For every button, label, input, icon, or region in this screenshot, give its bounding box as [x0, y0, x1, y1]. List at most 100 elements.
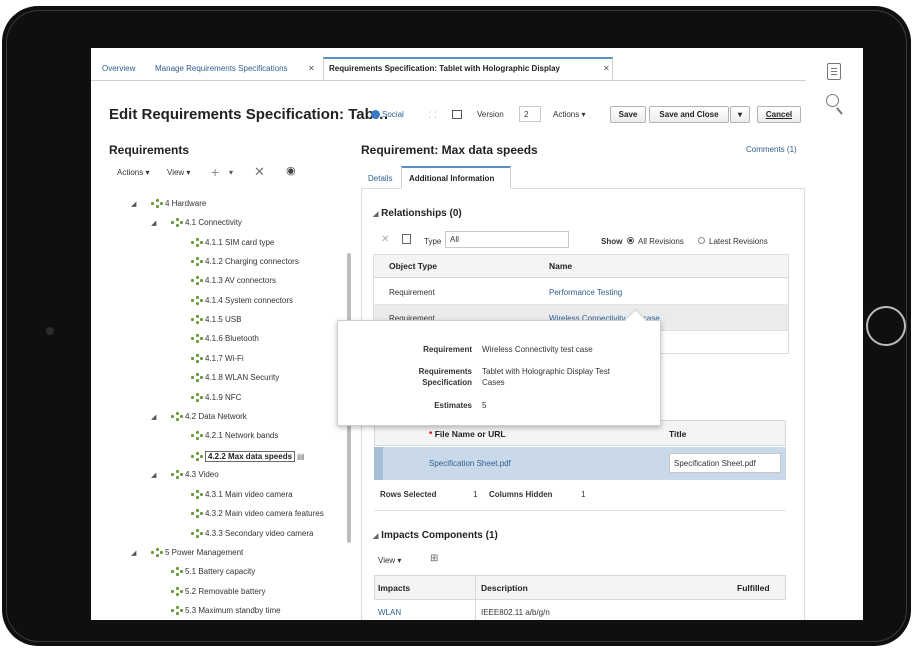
- comment-icon[interactable]: ▤: [297, 452, 305, 461]
- table-icon[interactable]: [452, 110, 462, 119]
- description-header[interactable]: Description: [481, 583, 528, 593]
- tree-item-label: 4.2 Data Network: [185, 412, 247, 421]
- remove-relationship-icon[interactable]: ✕: [381, 234, 389, 245]
- attachment-file-link[interactable]: Specification Sheet.pdf: [429, 459, 511, 468]
- tree-item[interactable]: 4.1.9 NFC: [191, 393, 241, 402]
- tree-item[interactable]: 4.2.1 Network bands: [191, 431, 278, 440]
- requirement-node-icon: [191, 452, 203, 461]
- expand-toggle-icon[interactable]: ◢: [131, 200, 136, 208]
- name-header[interactable]: Name: [549, 261, 572, 271]
- row-name-link[interactable]: Performance Testing: [549, 288, 622, 297]
- tree-item-label: 4.1.2 Charging connectors: [205, 257, 299, 266]
- expand-toggle-icon[interactable]: ◢: [131, 549, 136, 557]
- relationships-heading[interactable]: ◢ Relationships (0): [373, 208, 462, 219]
- popup-estimates-value: 5: [482, 401, 487, 410]
- comments-link[interactable]: Comments (1): [746, 145, 797, 154]
- tree-item-label: 4.1 Connectivity: [185, 218, 242, 227]
- save-button[interactable]: Save: [610, 106, 646, 123]
- add-relationship-icon[interactable]: [402, 234, 411, 244]
- tree-item[interactable]: 4.1 Connectivity: [171, 218, 242, 227]
- social-link[interactable]: Social: [371, 110, 404, 119]
- latest-revisions-radio[interactable]: [698, 237, 705, 244]
- requirement-node-icon: [171, 606, 183, 615]
- tree-item[interactable]: 4.1.3 AV connectors: [191, 276, 276, 285]
- attachment-title-input[interactable]: Specification Sheet.pdf: [669, 453, 781, 473]
- expand-toggle-icon[interactable]: ◢: [151, 413, 156, 421]
- tree-item[interactable]: 4.3.2 Main video camera features: [191, 509, 324, 518]
- tree-item[interactable]: 4.3.3 Secondary video camera: [191, 529, 314, 538]
- delete-icon[interactable]: ✕: [254, 164, 265, 180]
- tab-overview[interactable]: Overview: [102, 64, 135, 73]
- save-options-dropdown[interactable]: ▾: [730, 106, 750, 123]
- tree-item-label: 4.1.1 SIM card type: [205, 238, 275, 247]
- add-icon[interactable]: +: [211, 164, 219, 180]
- tree-item[interactable]: 5.2 Removable battery: [171, 587, 266, 596]
- tree-item[interactable]: 4.2 Data Network: [171, 412, 247, 421]
- tree-item[interactable]: 4.1.8 WLAN Security: [191, 373, 279, 382]
- requirement-node-icon: [171, 470, 183, 479]
- expand-toggle-icon[interactable]: ◢: [151, 219, 156, 227]
- tree-item[interactable]: 5.3 Maximum standby time: [171, 606, 281, 615]
- tree-item[interactable]: 4.1.5 USB: [191, 315, 241, 324]
- search-icon[interactable]: [825, 92, 847, 124]
- tree-item[interactable]: 4.2.2 Max data speeds ▤: [191, 451, 305, 462]
- tree-item[interactable]: 4.1.6 Bluetooth: [191, 334, 259, 343]
- tree-item[interactable]: 4.1.7 Wi-Fi: [191, 354, 244, 363]
- object-type-header[interactable]: Object Type: [389, 261, 437, 271]
- title-header[interactable]: Title: [669, 429, 686, 439]
- row-selector[interactable]: [374, 447, 383, 480]
- tree-item[interactable]: 4.1.4 System connectors: [191, 296, 293, 305]
- social-label: Social: [382, 110, 404, 119]
- close-tab-icon[interactable]: ✕: [308, 64, 315, 73]
- requirement-node-icon: [191, 257, 203, 266]
- left-view-menu[interactable]: View ▾: [167, 168, 190, 177]
- tab-additional-information[interactable]: Additional Information: [401, 166, 511, 189]
- requirement-node-icon: [191, 315, 203, 324]
- impacts-view-label: View: [378, 556, 396, 565]
- tree-item[interactable]: 4.3.1 Main video camera: [191, 490, 293, 499]
- expand-toggle-icon[interactable]: ◢: [151, 471, 156, 479]
- type-input[interactable]: All: [445, 231, 569, 248]
- impacts-title: Impacts Components (1): [381, 530, 498, 541]
- impacts-header[interactable]: Impacts: [378, 583, 410, 593]
- actions-label: Actions: [553, 110, 580, 119]
- cancel-button[interactable]: Cancel: [757, 106, 801, 123]
- home-button[interactable]: [866, 306, 906, 346]
- tree-item[interactable]: 4.1.1 SIM card type: [191, 238, 274, 247]
- add-dropdown-icon[interactable]: ▾: [229, 168, 233, 177]
- binoculars-icon[interactable]: ◉: [286, 164, 296, 177]
- save-and-close-button[interactable]: Save and Close: [649, 106, 729, 123]
- impacts-link[interactable]: WLAN: [378, 608, 401, 617]
- tree-item-label: 4.1.4 System connectors: [205, 296, 294, 305]
- fulfilled-header[interactable]: Fulfilled: [737, 583, 770, 593]
- tree-item-label: 5.1 Battery capacity: [185, 567, 256, 576]
- freeze-icon[interactable]: ⊞: [430, 553, 438, 564]
- file-name-header[interactable]: * File Name or URL: [429, 429, 506, 439]
- requirement-node-icon: [191, 296, 203, 305]
- tree-item-label: 4 Hardware: [165, 199, 207, 208]
- left-actions-menu[interactable]: Actions ▾: [117, 168, 149, 177]
- requirement-node-icon: [151, 548, 163, 557]
- requirement-node-icon: [191, 393, 203, 402]
- all-revisions-radio[interactable]: [627, 237, 634, 244]
- hierarchy-icon[interactable]: ⸬: [429, 108, 436, 121]
- tree-item[interactable]: 4.1.2 Charging connectors: [191, 257, 299, 266]
- camera-icon: [46, 327, 54, 335]
- tab-details[interactable]: Details: [368, 174, 392, 183]
- actions-menu[interactable]: Actions ▾: [553, 110, 585, 119]
- impacts-view-menu[interactable]: View ▾: [378, 556, 401, 565]
- tree-item[interactable]: 4 Hardware: [151, 199, 206, 208]
- tab-manage-requirements[interactable]: Manage Requirements Specifications: [155, 64, 288, 73]
- tree-item[interactable]: 5.1 Battery capacity: [171, 567, 255, 576]
- requirement-hover-popup: Requirement Wireless Connectivity test c…: [337, 308, 661, 426]
- document-icon[interactable]: [827, 63, 841, 80]
- left-actions-label: Actions: [117, 168, 144, 177]
- popup-spec-value-2: Cases: [482, 378, 505, 387]
- tab-divider: [91, 80, 806, 81]
- requirement-node-icon: [151, 199, 163, 208]
- page-title: Edit Requirements Specification: Tab…: [109, 106, 389, 123]
- version-input[interactable]: 2: [519, 106, 541, 122]
- tree-item[interactable]: 5 Power Management: [151, 548, 243, 557]
- tree-item[interactable]: 4.3 Video: [171, 470, 219, 479]
- impacts-heading[interactable]: ◢ Impacts Components (1): [373, 530, 498, 541]
